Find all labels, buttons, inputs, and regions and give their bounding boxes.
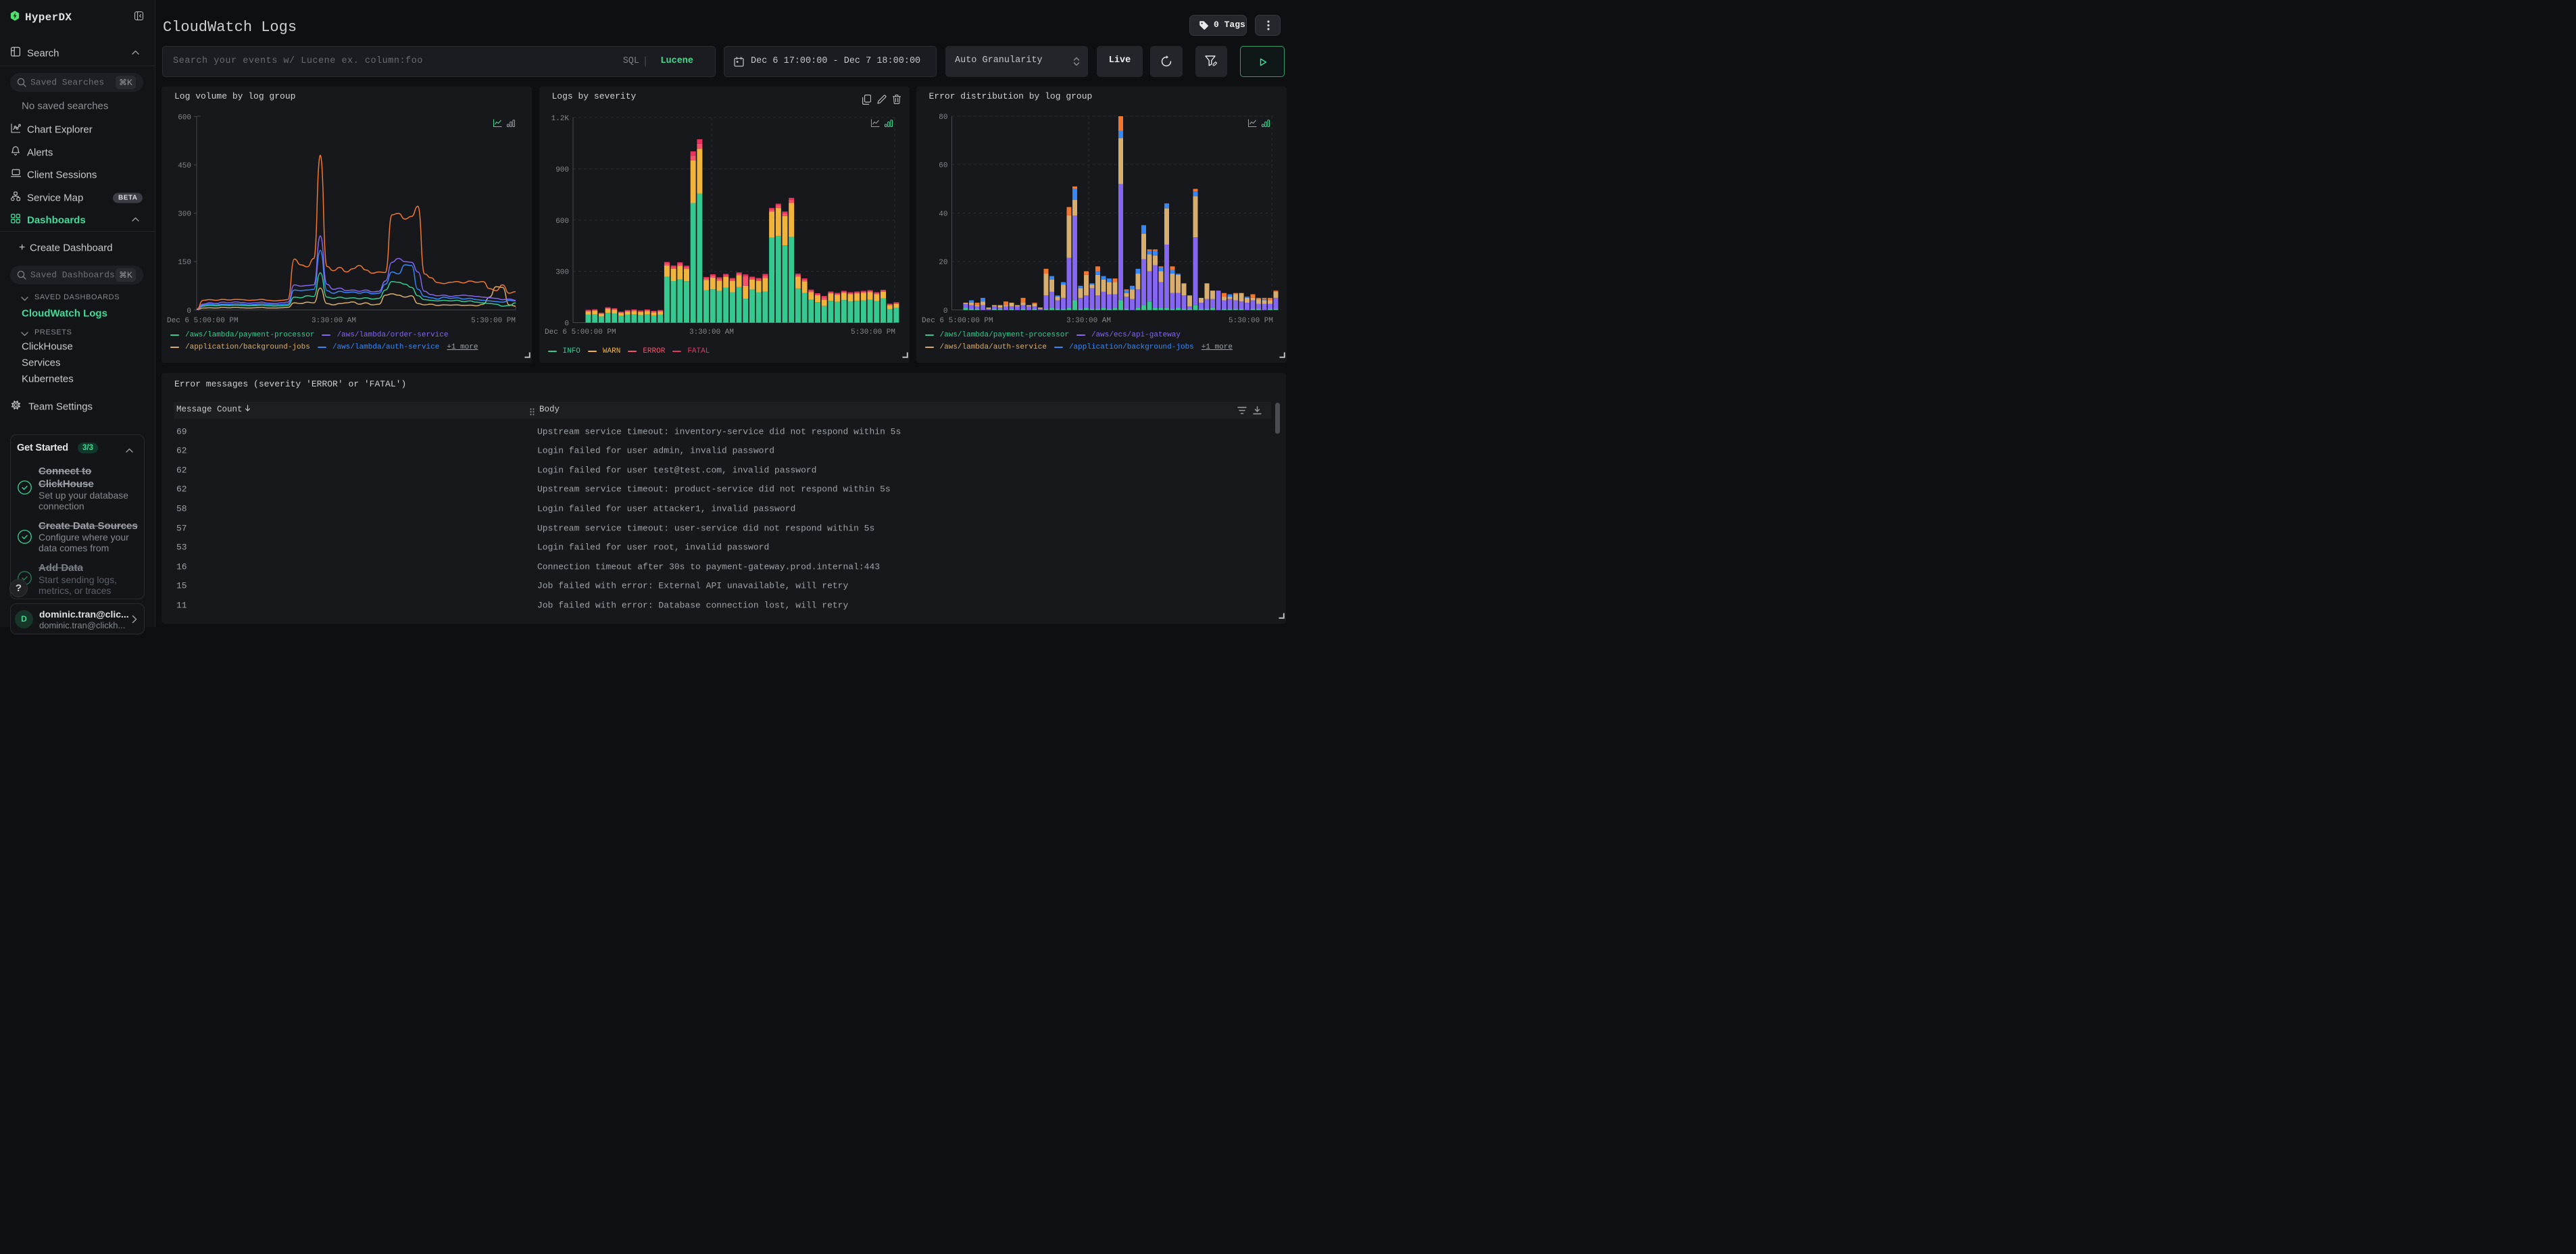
svg-text:1.2K: 1.2K bbox=[551, 115, 569, 123]
svg-text:60: 60 bbox=[939, 162, 947, 170]
svg-text:0: 0 bbox=[564, 320, 569, 328]
svg-text:Dec 6 5:00:00 PM: Dec 6 5:00:00 PM bbox=[545, 328, 616, 336]
svg-text:0: 0 bbox=[943, 307, 947, 316]
svg-text:900: 900 bbox=[555, 166, 569, 174]
svg-text:5:30:00 PM: 5:30:00 PM bbox=[471, 317, 516, 325]
svg-text:3:30:00 AM: 3:30:00 AM bbox=[689, 328, 733, 336]
svg-text:300: 300 bbox=[178, 211, 191, 219]
svg-text:20: 20 bbox=[939, 259, 947, 267]
svg-text:5:30:00 PM: 5:30:00 PM bbox=[1228, 317, 1272, 325]
svg-text:600: 600 bbox=[555, 218, 569, 226]
svg-text:600: 600 bbox=[178, 114, 191, 122]
svg-text:3:30:00 AM: 3:30:00 AM bbox=[312, 317, 356, 325]
svg-text:3:30:00 AM: 3:30:00 AM bbox=[1066, 317, 1110, 325]
svg-text:Dec 6 5:00:00 PM: Dec 6 5:00:00 PM bbox=[167, 317, 239, 325]
svg-text:0: 0 bbox=[187, 307, 191, 316]
svg-text:Dec 6 5:00:00 PM: Dec 6 5:00:00 PM bbox=[922, 317, 993, 325]
svg-text:300: 300 bbox=[555, 269, 569, 277]
svg-text:40: 40 bbox=[939, 210, 947, 218]
svg-text:150: 150 bbox=[178, 259, 191, 267]
svg-text:450: 450 bbox=[178, 162, 191, 170]
svg-text:80: 80 bbox=[939, 114, 947, 122]
svg-text:5:30:00 PM: 5:30:00 PM bbox=[850, 328, 895, 336]
